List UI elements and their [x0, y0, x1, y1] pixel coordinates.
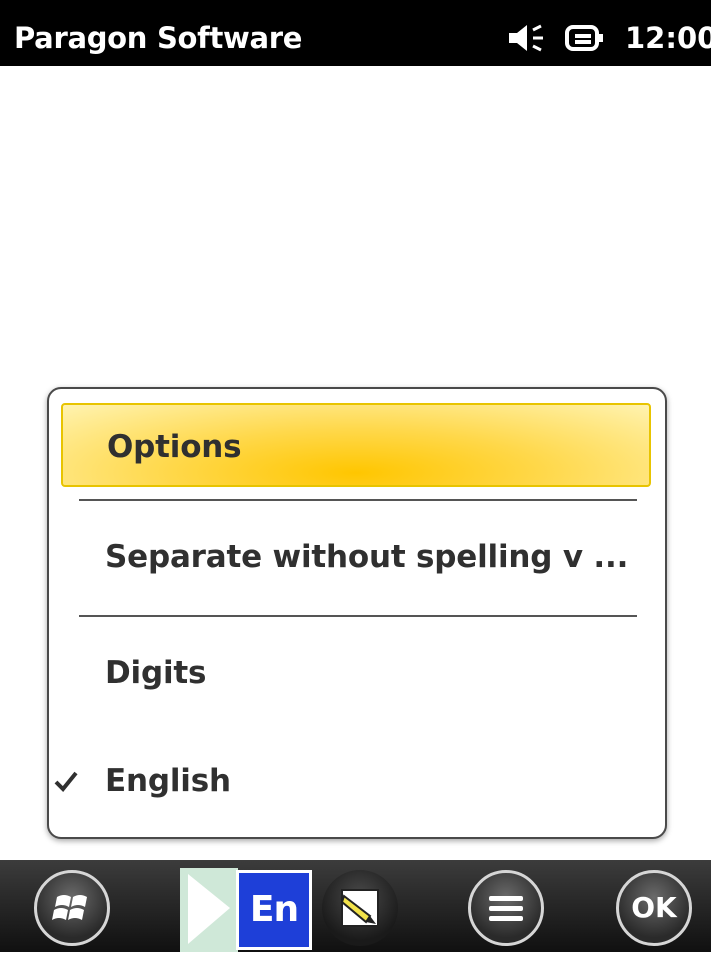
- taskbar: En OK: [0, 860, 711, 952]
- pen-input-button[interactable]: [322, 870, 398, 946]
- input-panel-button[interactable]: [180, 868, 238, 952]
- input-panel-arrow-icon: [188, 874, 230, 944]
- menu-item-digits[interactable]: Digits: [61, 631, 651, 715]
- menu-item-separate-without-spelling[interactable]: Separate without spelling v ...: [61, 515, 651, 599]
- windows-flag-icon: [52, 895, 87, 920]
- hamburger-menu-icon: [489, 896, 523, 921]
- ok-button[interactable]: OK: [616, 870, 692, 946]
- speaker-muted-icon[interactable]: [507, 22, 547, 54]
- menu-item-label: Separate without spelling v ...: [105, 539, 629, 575]
- menu-item-options[interactable]: Options: [61, 403, 651, 487]
- checkmark-icon: [54, 771, 78, 792]
- clock[interactable]: 12:00: [625, 18, 711, 58]
- menu-button[interactable]: [468, 870, 544, 946]
- power-plug-icon[interactable]: [565, 24, 605, 52]
- pen-input-icon: [340, 889, 379, 927]
- menu-item-label: Digits: [105, 655, 207, 691]
- menu-item-english[interactable]: English: [54, 739, 651, 823]
- language-button[interactable]: En: [236, 870, 312, 950]
- status-bar: Paragon Software 12:00: [0, 0, 711, 66]
- start-button[interactable]: [34, 870, 110, 946]
- menu-separator: [79, 615, 637, 617]
- app-title: Paragon Software: [14, 21, 303, 55]
- menu-separator: [79, 499, 637, 501]
- menu-item-label: Options: [107, 429, 242, 465]
- context-menu: Options Separate without spelling v ... …: [47, 387, 667, 839]
- menu-item-label: English: [105, 763, 231, 799]
